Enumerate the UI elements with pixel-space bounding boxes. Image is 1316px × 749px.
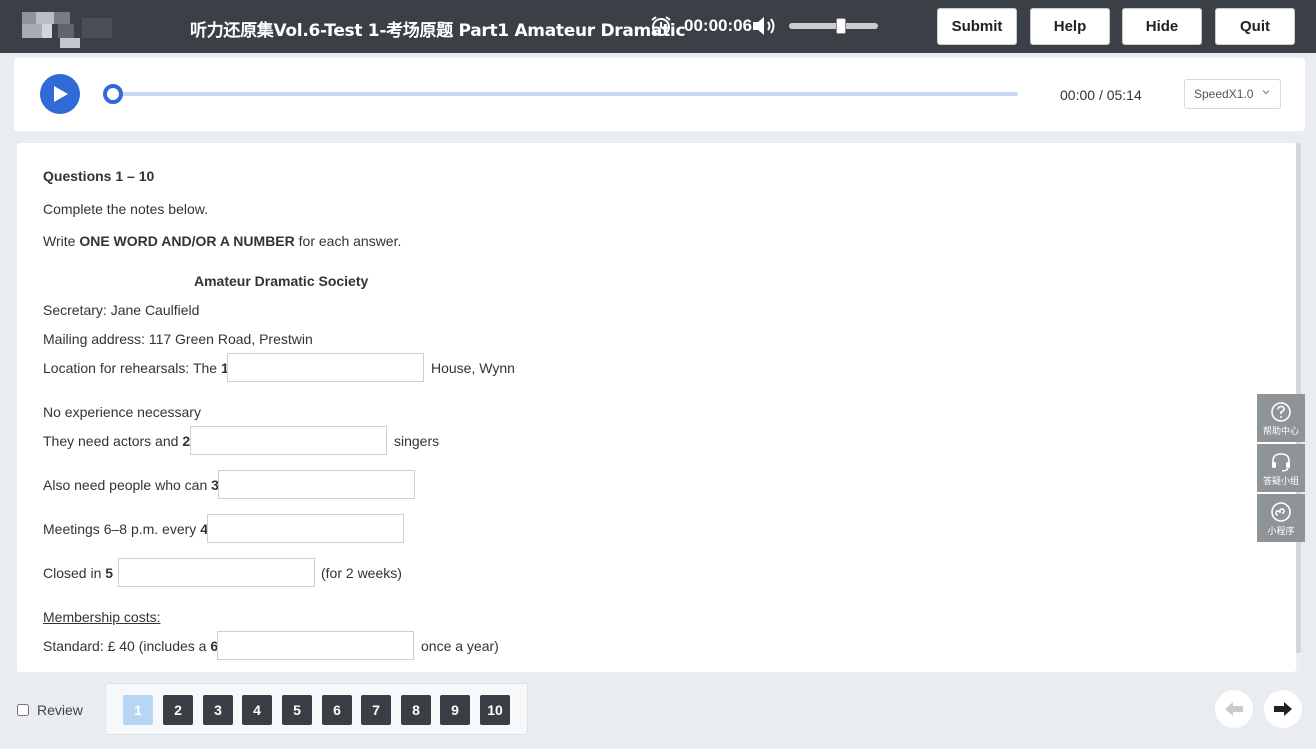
- answer-input-4[interactable]: [207, 514, 404, 543]
- volume-slider-handle[interactable]: [836, 18, 846, 34]
- q2-suffix: singers: [394, 433, 440, 449]
- q2-label: They need actors and 2: [43, 433, 191, 449]
- arrow-right-icon: [1274, 702, 1292, 716]
- volume-icon[interactable]: [751, 14, 777, 38]
- question-nav-5[interactable]: 5: [282, 695, 312, 725]
- q1-label: Location for rehearsals: The 1: [43, 360, 229, 376]
- question-nav-1[interactable]: 1: [123, 695, 153, 725]
- next-button[interactable]: [1264, 690, 1302, 728]
- audio-progress-bar[interactable]: [112, 92, 1018, 96]
- audio-time-separator: /: [1098, 87, 1103, 103]
- question-nav-9[interactable]: 9: [440, 695, 470, 725]
- question-circle-icon: [1271, 402, 1291, 422]
- mini-program-label: 小程序: [1267, 527, 1295, 537]
- instruction-write: Write ONE WORD AND/OR A NUMBER for each …: [43, 233, 402, 249]
- speed-select[interactable]: SpeedX1.0: [1184, 79, 1281, 109]
- audio-player: 00:00 / 05:14 SpeedX1.0: [14, 58, 1305, 131]
- mailing-address-line: Mailing address: 117 Green Road, Prestwi…: [43, 331, 313, 347]
- question-nav-4[interactable]: 4: [242, 695, 272, 725]
- mini-program-icon: [1271, 502, 1291, 522]
- logo: [8, 8, 118, 50]
- notes-heading: Amateur Dramatic Society: [194, 273, 369, 289]
- question-nav-7[interactable]: 7: [361, 695, 391, 725]
- answer-input-6[interactable]: [217, 631, 414, 660]
- question-panel: Questions 1 – 10 Complete the notes belo…: [17, 143, 1296, 672]
- speed-value: SpeedX1.0: [1194, 87, 1254, 101]
- headset-icon: [1272, 453, 1290, 472]
- q4-label: Meetings 6–8 p.m. every 4: [43, 521, 208, 537]
- answer-input-1[interactable]: [227, 353, 424, 382]
- instruction-complete: Complete the notes below.: [43, 201, 208, 217]
- previous-button[interactable]: [1215, 690, 1253, 728]
- question-nav-3[interactable]: 3: [203, 695, 233, 725]
- test-title: 听力还原集Vol.6-Test 1-考场原题 Part1 Amateur Dra…: [190, 21, 686, 41]
- arrow-left-icon: [1225, 702, 1243, 716]
- audio-progress-handle[interactable]: [103, 84, 123, 104]
- qa-group-label: 答疑小组: [1262, 477, 1299, 487]
- volume-slider[interactable]: [789, 18, 878, 34]
- no-experience-line: No experience necessary: [43, 404, 201, 420]
- review-toggle[interactable]: Review: [17, 702, 83, 718]
- secretary-line: Secretary: Jane Caulfield: [43, 302, 200, 318]
- review-label: Review: [37, 702, 83, 718]
- q6-label: Standard: £ 40 (includes a 6: [43, 638, 219, 654]
- question-nav-2[interactable]: 2: [163, 695, 193, 725]
- q1-suffix: House, Wynn: [431, 360, 515, 376]
- audio-current-time: 00:00: [1060, 87, 1096, 103]
- answer-input-2[interactable]: [190, 426, 387, 455]
- q6-suffix: once a year): [421, 638, 499, 654]
- q3-label: Also need people who can 3: [43, 477, 219, 493]
- chevron-down-icon: [1262, 90, 1270, 95]
- qa-group-button[interactable]: 答疑小组: [1257, 444, 1305, 492]
- exam-timer: 00:00:06: [684, 16, 753, 35]
- help-button[interactable]: Help: [1030, 8, 1110, 45]
- submit-button[interactable]: Submit: [937, 8, 1017, 45]
- q5-label: Closed in 5: [43, 565, 114, 581]
- help-center-button[interactable]: 帮助中心: [1257, 394, 1305, 442]
- questions-range: Questions 1 – 10: [43, 168, 155, 184]
- answer-input-3[interactable]: [218, 470, 415, 499]
- review-checkbox[interactable]: [17, 704, 29, 716]
- hide-button[interactable]: Hide: [1122, 8, 1202, 45]
- audio-time: 00:00 / 05:14: [1060, 87, 1142, 103]
- question-nav-6[interactable]: 6: [322, 695, 352, 725]
- play-icon: [54, 86, 68, 102]
- q5-suffix: (for 2 weeks): [321, 565, 402, 581]
- membership-costs-heading: Membership costs:: [43, 609, 161, 625]
- quit-button[interactable]: Quit: [1215, 8, 1295, 45]
- alarm-clock-icon: [651, 16, 671, 36]
- audio-total-time: 05:14: [1106, 87, 1142, 103]
- top-bar: 听力还原集Vol.6-Test 1-考场原题 Part1 Amateur Dra…: [0, 0, 1316, 53]
- question-nav-10[interactable]: 10: [480, 695, 510, 725]
- answer-input-5[interactable]: [118, 558, 315, 587]
- play-button[interactable]: [40, 74, 80, 114]
- help-center-label: 帮助中心: [1262, 427, 1299, 437]
- question-nav-8[interactable]: 8: [401, 695, 431, 725]
- mini-program-button[interactable]: 小程序: [1257, 494, 1305, 542]
- question-navigator: 1 2 3 4 5 6 7 8 9 10: [105, 683, 528, 735]
